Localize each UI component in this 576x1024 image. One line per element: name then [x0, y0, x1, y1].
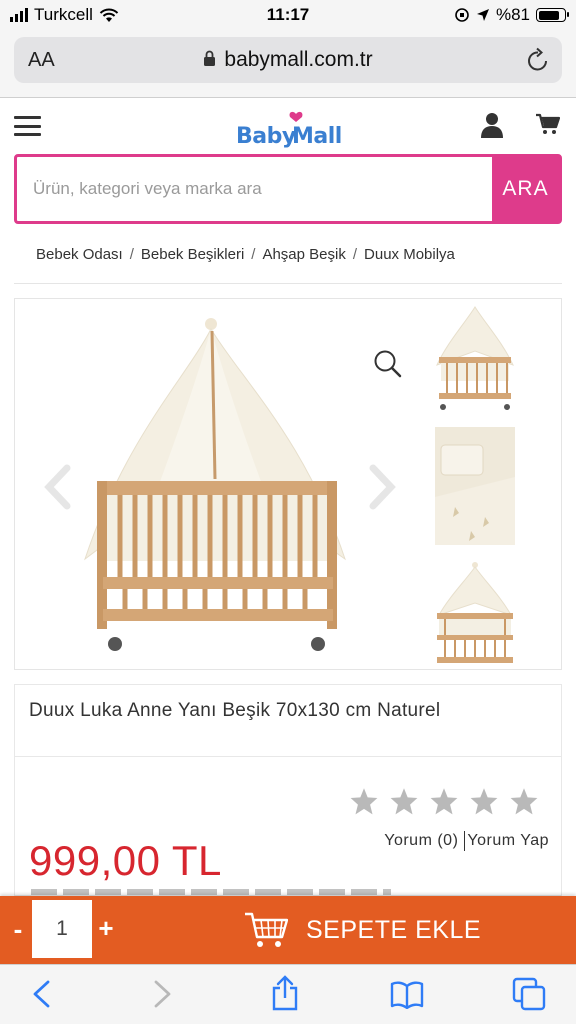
rating-stars[interactable] — [349, 787, 539, 815]
review-divider — [464, 831, 466, 851]
breadcrumb-item-duux-mobilya[interactable]: Duux Mobilya — [364, 246, 455, 263]
lock-icon — [204, 50, 216, 66]
hamburger-icon[interactable] — [14, 116, 41, 136]
book-icon[interactable] — [390, 981, 424, 1009]
location-icon — [476, 9, 489, 21]
svg-text:Mall: Mall — [292, 124, 342, 149]
zoom-icon[interactable] — [373, 349, 403, 379]
back-icon[interactable] — [30, 979, 54, 1009]
quantity-increase-button[interactable]: + — [96, 913, 116, 944]
browser-toolbar — [0, 964, 576, 1024]
orientation-lock-icon — [455, 8, 469, 22]
star-icon[interactable] — [509, 787, 539, 815]
quantity-input[interactable] — [32, 900, 92, 958]
tabs-icon[interactable] — [512, 977, 546, 1011]
search-button[interactable]: ARA — [492, 157, 559, 221]
browser-address-area: AA babymall.com.tr — [0, 30, 576, 98]
product-gallery — [14, 298, 562, 670]
review-count-link[interactable]: Yorum (0) — [384, 832, 458, 849]
review-links: Yorum (0) Yorum Yap — [384, 831, 549, 851]
cart-icon[interactable] — [536, 113, 560, 135]
status-bar: Turkcell 11:17 %81 — [0, 0, 576, 30]
breadcrumb-separator: / — [251, 246, 256, 263]
url-text: babymall.com.tr — [224, 48, 373, 71]
star-icon[interactable] — [389, 787, 419, 815]
product-title: Duux Luka Anne Yanı Beşik 70x130 cm Natu… — [14, 684, 562, 756]
gallery-prev-arrow-icon[interactable] — [43, 464, 73, 510]
add-to-cart-bar: - + SEPETE EKLE — [0, 896, 576, 964]
write-review-link[interactable]: Yorum Yap — [467, 832, 549, 849]
thumbnail-3[interactable] — [435, 561, 515, 667]
battery-percent: %81 — [495, 5, 530, 24]
address-bar[interactable]: AA babymall.com.tr — [14, 37, 562, 83]
product-price: 999,00 TL — [29, 837, 222, 884]
add-to-cart-label: SEPETE EKLE — [306, 915, 482, 944]
search-input[interactable] — [17, 157, 495, 221]
forward-icon[interactable] — [150, 979, 174, 1009]
user-icon[interactable] — [480, 112, 504, 138]
status-right: %81 — [454, 5, 569, 25]
svg-text:Baby: Baby — [236, 124, 296, 149]
installment-info-peek — [31, 889, 391, 895]
search-box: ARA — [14, 154, 562, 224]
breadcrumb-item-bebek-odasi[interactable]: Bebek Odası — [36, 246, 123, 263]
site-header: Baby Mall — [0, 98, 576, 154]
url-field[interactable]: babymall.com.tr — [14, 48, 562, 72]
gallery-next-arrow-icon[interactable] — [367, 464, 397, 510]
breadcrumb: Bebek Odası / Bebek Beşikleri / Ahşap Be… — [14, 226, 562, 284]
thumbnail-1[interactable] — [435, 303, 515, 413]
quantity-decrease-button[interactable]: - — [8, 914, 28, 945]
babymall-logo[interactable]: Baby Mall — [236, 110, 346, 150]
breadcrumb-item-bebek-besikleri[interactable]: Bebek Beşikleri — [141, 246, 244, 263]
battery-icon — [536, 8, 569, 22]
product-main-image[interactable] — [15, 299, 415, 669]
thumbnail-2[interactable] — [435, 427, 515, 545]
cart-icon — [245, 912, 288, 947]
breadcrumb-separator: / — [129, 246, 134, 263]
reload-icon[interactable] — [526, 47, 550, 73]
breadcrumb-item-ahsap-besik[interactable]: Ahşap Beşik — [262, 246, 345, 263]
star-icon[interactable] — [469, 787, 499, 815]
share-icon[interactable] — [270, 975, 300, 1011]
breadcrumb-separator: / — [352, 246, 358, 263]
star-icon[interactable] — [429, 787, 459, 815]
add-to-cart-button[interactable]: SEPETE EKLE — [244, 896, 481, 964]
price-rating-box: Yorum (0) Yorum Yap 999,00 TL — [14, 756, 562, 896]
star-icon[interactable] — [349, 787, 379, 815]
